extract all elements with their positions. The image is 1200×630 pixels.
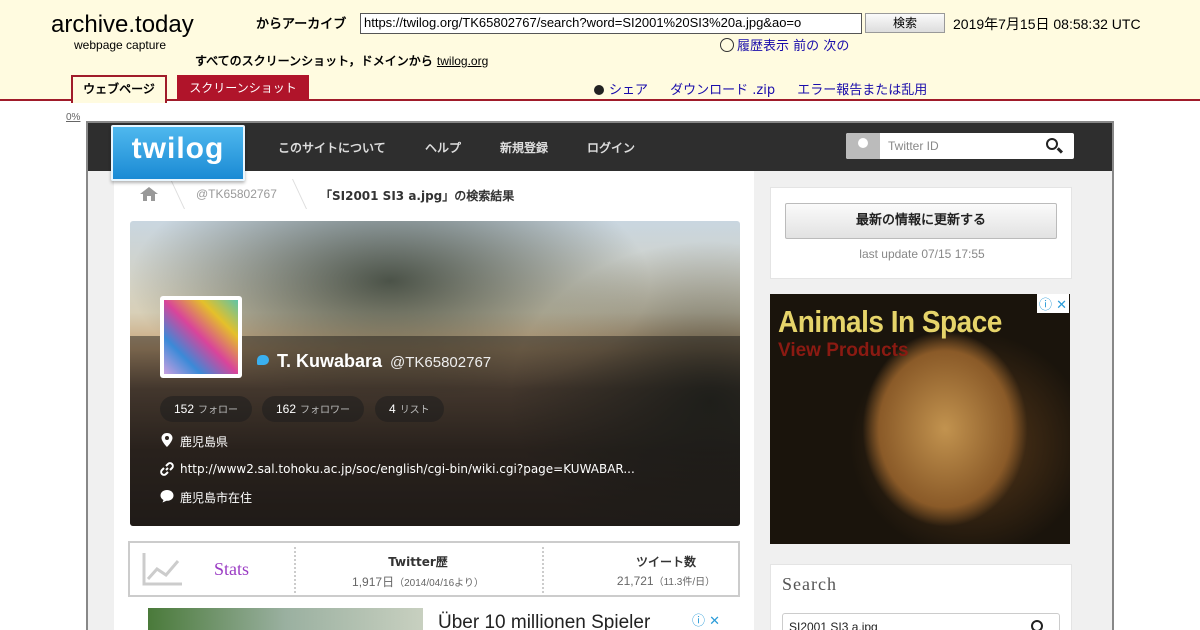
history-heading: Twitter歴 (388, 555, 448, 569)
bottom-ad[interactable]: Über 10 millionen Spieler ⓘ ✕ (148, 608, 748, 630)
twitter-history: Twitter歴 1,917日（2014/04/16より） (294, 547, 540, 593)
tab-webpage[interactable]: ウェブページ (71, 75, 167, 103)
adchoices-icon[interactable]: ⓘ ✕ (1037, 294, 1070, 313)
download-link[interactable]: ダウンロード .zip (670, 83, 775, 98)
all-screenshots: すべてのスクリーンショット，ドメインから twilog.org (195, 52, 488, 69)
ad-subtitle: View Products (778, 340, 909, 361)
twilog-logo[interactable]: twilog (111, 125, 245, 181)
history-link[interactable]: 履歴表示 (737, 39, 789, 54)
profile-handle[interactable]: @TK65802767 (390, 354, 491, 371)
location-pin-icon (161, 433, 173, 447)
nav-about[interactable]: このサイトについて (278, 139, 386, 156)
breadcrumb-separator (157, 179, 185, 209)
last-update: last update 07/15 17:55 (859, 247, 985, 261)
search-input[interactable]: SI2001 SI3 a.jpg (782, 613, 1060, 630)
sidebar-ad[interactable]: Animals In Space View Products ⓘ ✕ (770, 294, 1070, 544)
share-link[interactable]: シェア (594, 83, 648, 98)
next-link[interactable]: 次の (823, 39, 849, 54)
chart-icon (142, 553, 182, 586)
archive-url-input[interactable]: https://twilog.org/TK65802767/search?wor… (360, 13, 862, 34)
history-value: 1,917日 (352, 575, 395, 589)
nav-help[interactable]: ヘルプ (425, 139, 461, 156)
ad-title: Animals In Space (778, 304, 1002, 339)
twitter-id-placeholder: Twitter ID (888, 139, 939, 153)
stats-label: Stats (214, 559, 250, 579)
profile-header: T. Kuwabara @TK65802767 152 フォロー 162 フォロワー… (130, 221, 740, 526)
tab-screenshot[interactable]: スクリーンショット (177, 75, 309, 100)
avatar[interactable] (160, 296, 242, 378)
breadcrumb-separator (279, 179, 307, 209)
nav-login[interactable]: ログイン (587, 139, 635, 156)
user-icon (846, 133, 880, 159)
archive-title[interactable]: archive.today (51, 11, 194, 39)
profile-location: 鹿児島県 (180, 435, 229, 449)
adchoices-icon[interactable]: ⓘ ✕ (692, 610, 720, 629)
all-screenshots-label: すべてのスクリーンショット，ドメインから (195, 54, 433, 68)
breadcrumb-current: 「SI2001 SI3 a.jpg」の検索結果 (320, 189, 515, 203)
search-panel: Search SI2001 SI3 a.jpg (770, 564, 1072, 630)
ad-image (148, 608, 423, 630)
home-icon[interactable] (140, 187, 158, 201)
link-icon (160, 462, 174, 476)
twitter-bird-icon (257, 355, 269, 365)
search-icon[interactable] (1031, 620, 1043, 630)
share-label: シェア (609, 83, 649, 98)
tweets-heading: ツイート数 (635, 555, 696, 569)
prev-link[interactable]: 前の (793, 39, 819, 54)
lists-count[interactable]: 4 リスト (375, 396, 444, 422)
history-note: （2014/04/16より） (394, 578, 484, 589)
search-icon[interactable] (1046, 138, 1058, 150)
search-heading: Search (782, 574, 837, 594)
update-button[interactable]: 最新の情報に更新する (785, 203, 1057, 239)
speech-bubble-icon (160, 490, 174, 503)
profile-name[interactable]: T. Kuwabara (277, 351, 382, 372)
tweets-note: （11.3件/日） (653, 577, 716, 588)
archive-subtitle: webpage capture (74, 38, 167, 52)
ad-text: Über 10 millionen Spieler (438, 612, 651, 630)
stats-panel: Stats Twitter歴 1,917日（2014/04/16より） ツイート… (128, 541, 740, 597)
archive-history-nav: 履歴表示 前の 次の (720, 35, 849, 54)
domain-link[interactable]: twilog.org (437, 54, 488, 68)
following-count[interactable]: 152 フォロー (160, 396, 253, 422)
followers-count[interactable]: 162 フォロワー (262, 396, 365, 422)
twitter-id-search[interactable]: Twitter ID (846, 133, 1074, 159)
clock-icon (720, 38, 734, 52)
profile-website[interactable]: http://www2.sal.tohoku.ac.jp/soc/english… (180, 462, 635, 476)
tweet-count: ツイート数 21,721（11.3件/日） (542, 547, 788, 593)
captured-page: このサイトについて ヘルプ 新規登録 ログイン Twitter ID twilo… (86, 121, 1114, 630)
zoom-percent[interactable]: 0% (66, 112, 80, 123)
share-icon (594, 85, 604, 95)
nav-register[interactable]: 新規登録 (500, 139, 548, 156)
archive-datetime: 2019年7月15日 08:58:32 UTC (953, 16, 1141, 32)
report-link[interactable]: エラー報告または乱用 (797, 83, 927, 98)
tweets-value: 21,721 (616, 574, 654, 588)
archive-header: archive.today webpage capture からアーカイブ ht… (0, 0, 1200, 103)
breadcrumb-user[interactable]: @TK65802767 (196, 187, 277, 201)
archive-search-button[interactable]: 検索 (865, 13, 945, 33)
archive-actions: シェア ダウンロード .zip エラー報告または乱用 (594, 79, 945, 98)
profile-bio: 鹿児島市在住 (180, 491, 253, 505)
archive-from-label: からアーカイブ (256, 17, 347, 32)
update-panel: 最新の情報に更新する last update 07/15 17:55 (770, 187, 1072, 279)
main-column: @TK65802767 「SI2001 SI3 a.jpg」の検索結果 T. K… (114, 171, 754, 630)
